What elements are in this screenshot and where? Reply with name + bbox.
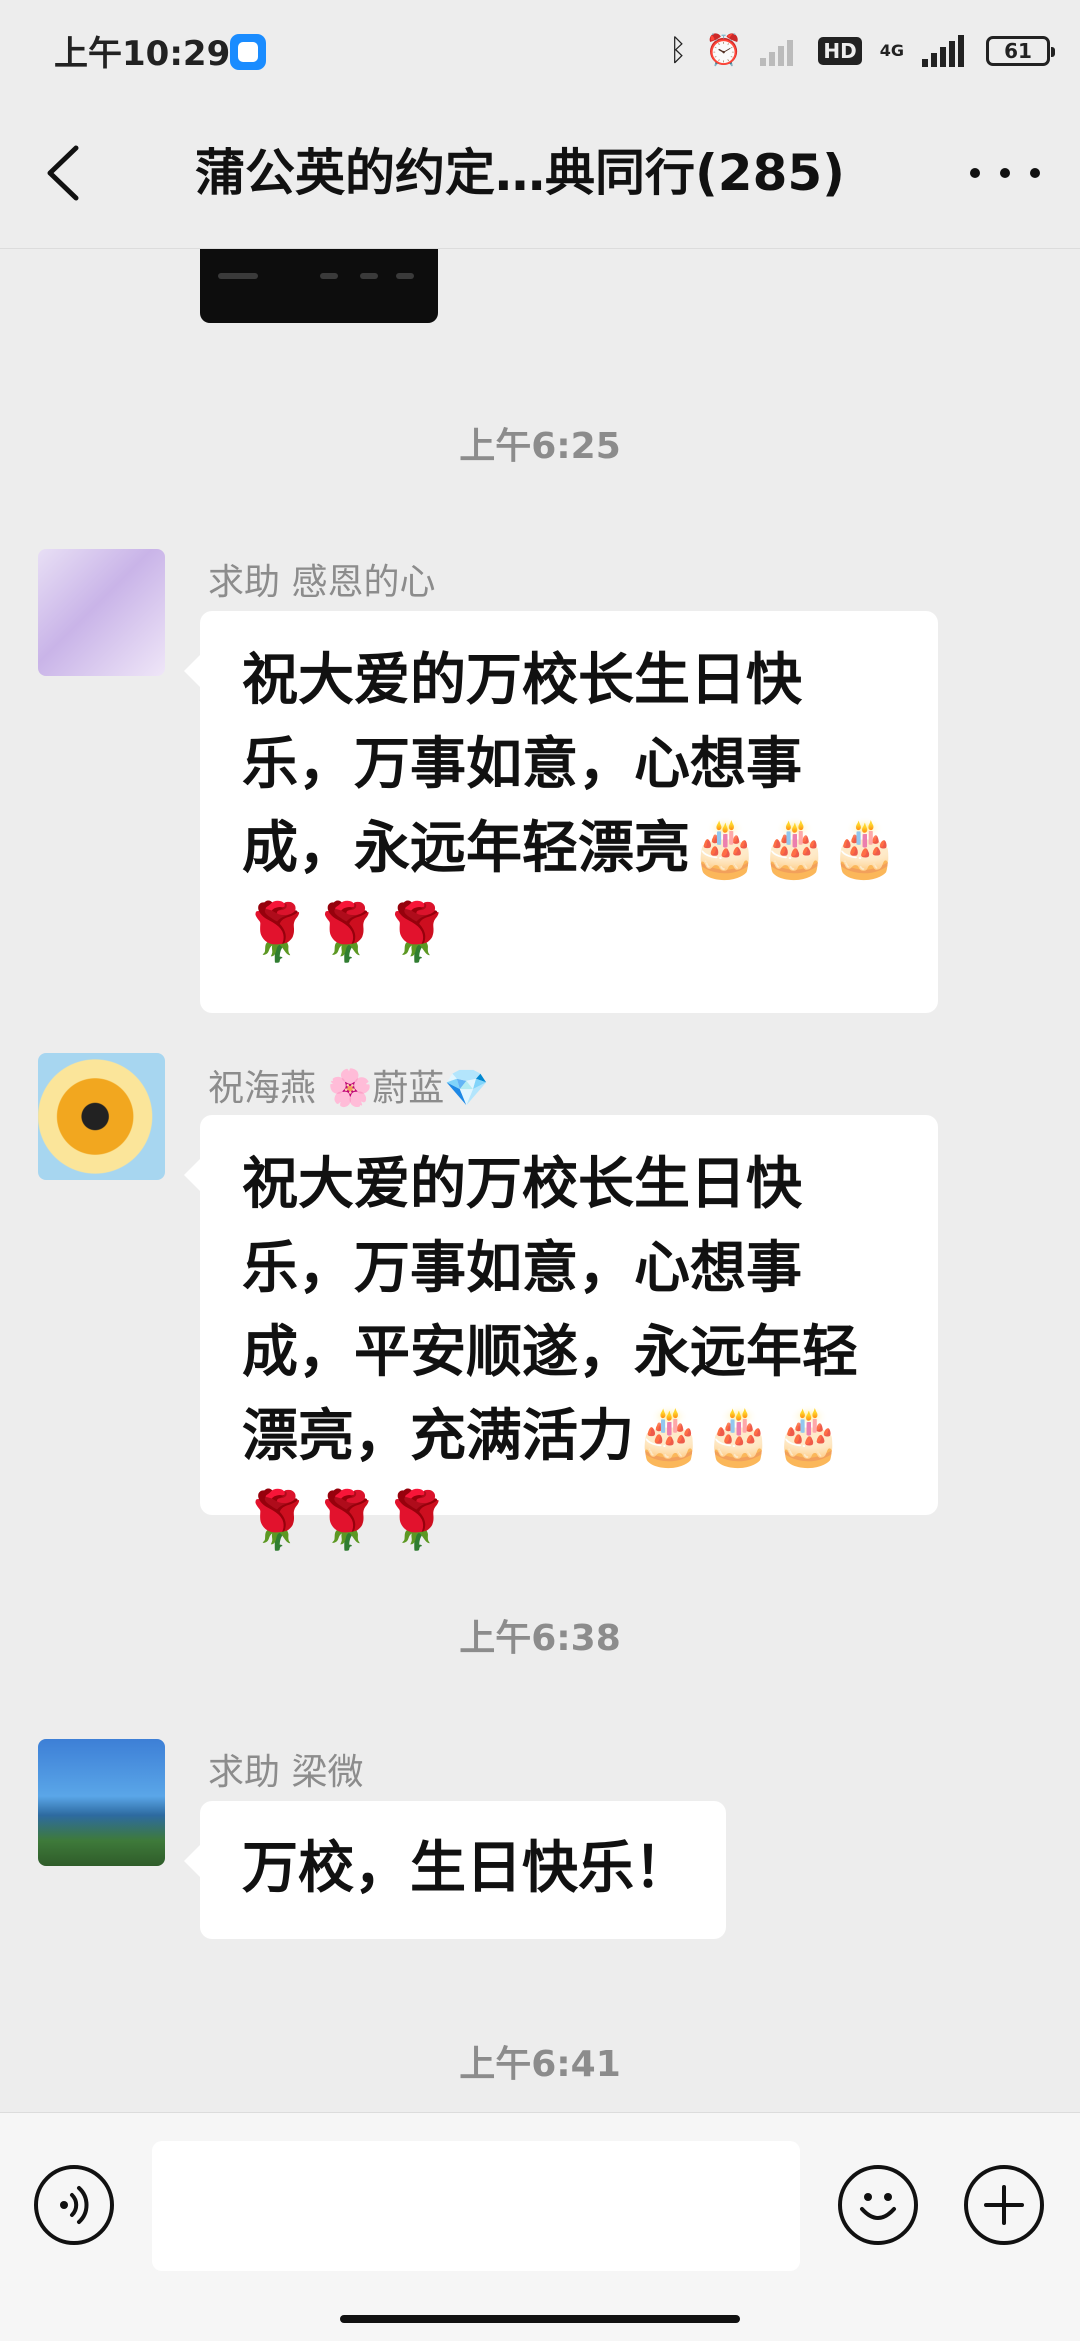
avatar[interactable] (38, 1053, 165, 1180)
alarm-icon: ⏰ (705, 33, 743, 68)
message-bubble[interactable]: 祝大爱的万校长生日快乐，万事如意，心想事成，平安顺遂，永远年轻漂亮，充满活力🎂🎂… (184, 1115, 938, 1553)
message-timestamp: 上午6:41 (459, 2044, 621, 2085)
chat-header: 蒲公英的约定…典同行(285) (0, 100, 1080, 249)
video-thumb-detail (218, 273, 258, 279)
more-options-button[interactable] (970, 150, 1040, 196)
emoji-button[interactable] (838, 2165, 918, 2245)
more-dot (1030, 168, 1040, 178)
hd-icon: HD (818, 37, 862, 65)
voice-icon (60, 2186, 89, 2224)
chevron-left-icon (47, 145, 79, 201)
message-bubble[interactable]: 祝大爱的万校长生日快乐，万事如意，心想事成，永远年轻漂亮🎂🎂🎂🌹🌹🌹 (184, 611, 938, 1013)
battery-icon: 61 (986, 36, 1055, 66)
battery-level: 61 (1004, 39, 1032, 63)
avatar[interactable] (38, 549, 165, 676)
more-dot (1000, 168, 1010, 178)
signal-weak-icon (760, 36, 800, 66)
more-dot (970, 168, 980, 178)
message-bubble[interactable]: 万校，生日快乐！ (184, 1801, 726, 1939)
signal-strong-icon (922, 35, 968, 67)
home-indicator[interactable] (340, 2315, 740, 2323)
video-thumb-detail (396, 273, 414, 279)
chat-messages[interactable]: 上午6:25 求助 感恩的心 祝大爱的万校长生日快乐，万事如意，心想事成，永远年… (0, 249, 1080, 2111)
sender-name: 求助 感恩的心 (208, 562, 436, 603)
smiley-icon (860, 2193, 896, 2220)
video-thumb-detail (320, 273, 338, 279)
message-input[interactable] (152, 2141, 800, 2271)
message-timestamp: 上午6:38 (459, 1618, 621, 1659)
more-functions-button[interactable] (964, 2165, 1044, 2245)
back-button[interactable] (36, 138, 96, 208)
status-icons: ᛒ ⏰ HD 4G 61 (669, 28, 1055, 74)
sender-name: 祝海燕 🌸蔚蓝💎 (208, 1068, 490, 1109)
avatar[interactable] (38, 1739, 165, 1866)
voice-input-button[interactable] (34, 2165, 114, 2245)
video-message-thumbnail[interactable] (200, 249, 438, 323)
status-time: 上午10:29 (54, 34, 231, 74)
notification-app-icon (230, 34, 266, 70)
message-timestamp: 上午6:25 (459, 426, 621, 467)
input-bar (0, 2112, 1080, 2341)
network-type-icon: 4G (879, 41, 904, 60)
plus-icon (984, 2185, 1024, 2225)
chat-title: 蒲公英的约定…典同行(285) (194, 144, 846, 202)
sender-name: 求助 梁微 (208, 1752, 364, 1793)
video-thumb-detail (360, 273, 378, 279)
bluetooth-icon: ᛒ (669, 33, 688, 68)
status-bar: 上午10:29 ᛒ ⏰ HD 4G 61 (0, 0, 1080, 100)
